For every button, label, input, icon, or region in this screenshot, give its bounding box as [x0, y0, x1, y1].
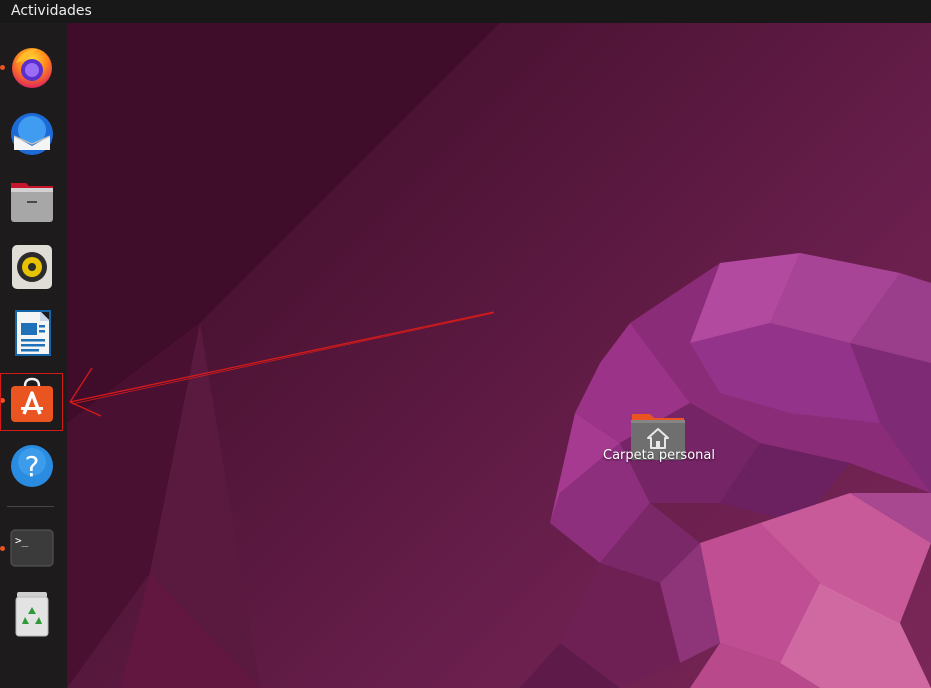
running-indicator: [0, 65, 5, 70]
rhythmbox-icon: [12, 245, 52, 289]
annotation-highlight-box: [0, 373, 63, 431]
dock-item-rhythmbox[interactable]: [4, 239, 60, 295]
dock-item-firefox[interactable]: [0, 39, 60, 95]
dock-item-writer[interactable]: [4, 305, 60, 361]
top-bar: Actividades: [0, 0, 931, 23]
terminal-prompt: >_: [15, 534, 29, 547]
thunderbird-icon: [11, 113, 53, 155]
dock-item-thunderbird[interactable]: [4, 106, 60, 162]
help-icon: ?: [11, 445, 53, 487]
dock-item-trash[interactable]: [4, 586, 60, 642]
running-indicator: [0, 546, 5, 551]
firefox-icon: [12, 48, 52, 88]
dock-item-files[interactable]: [4, 173, 60, 229]
terminal-icon: >_: [10, 529, 54, 567]
dock-item-terminal[interactable]: >_: [0, 520, 60, 576]
files-icon: [11, 183, 53, 222]
dock-item-help[interactable]: ?: [4, 438, 60, 494]
trash-icon: [15, 592, 49, 637]
dock-separator: [7, 506, 54, 507]
help-glyph: ?: [25, 450, 40, 483]
activities-button[interactable]: Actividades: [11, 1, 92, 21]
writer-icon: [15, 310, 51, 356]
dock: ? >_: [0, 23, 67, 688]
wallpaper-jellyfish: [67, 23, 931, 688]
home-folder-label[interactable]: Carpeta personal: [589, 448, 729, 463]
desktop[interactable]: Carpeta personal: [0, 23, 931, 688]
